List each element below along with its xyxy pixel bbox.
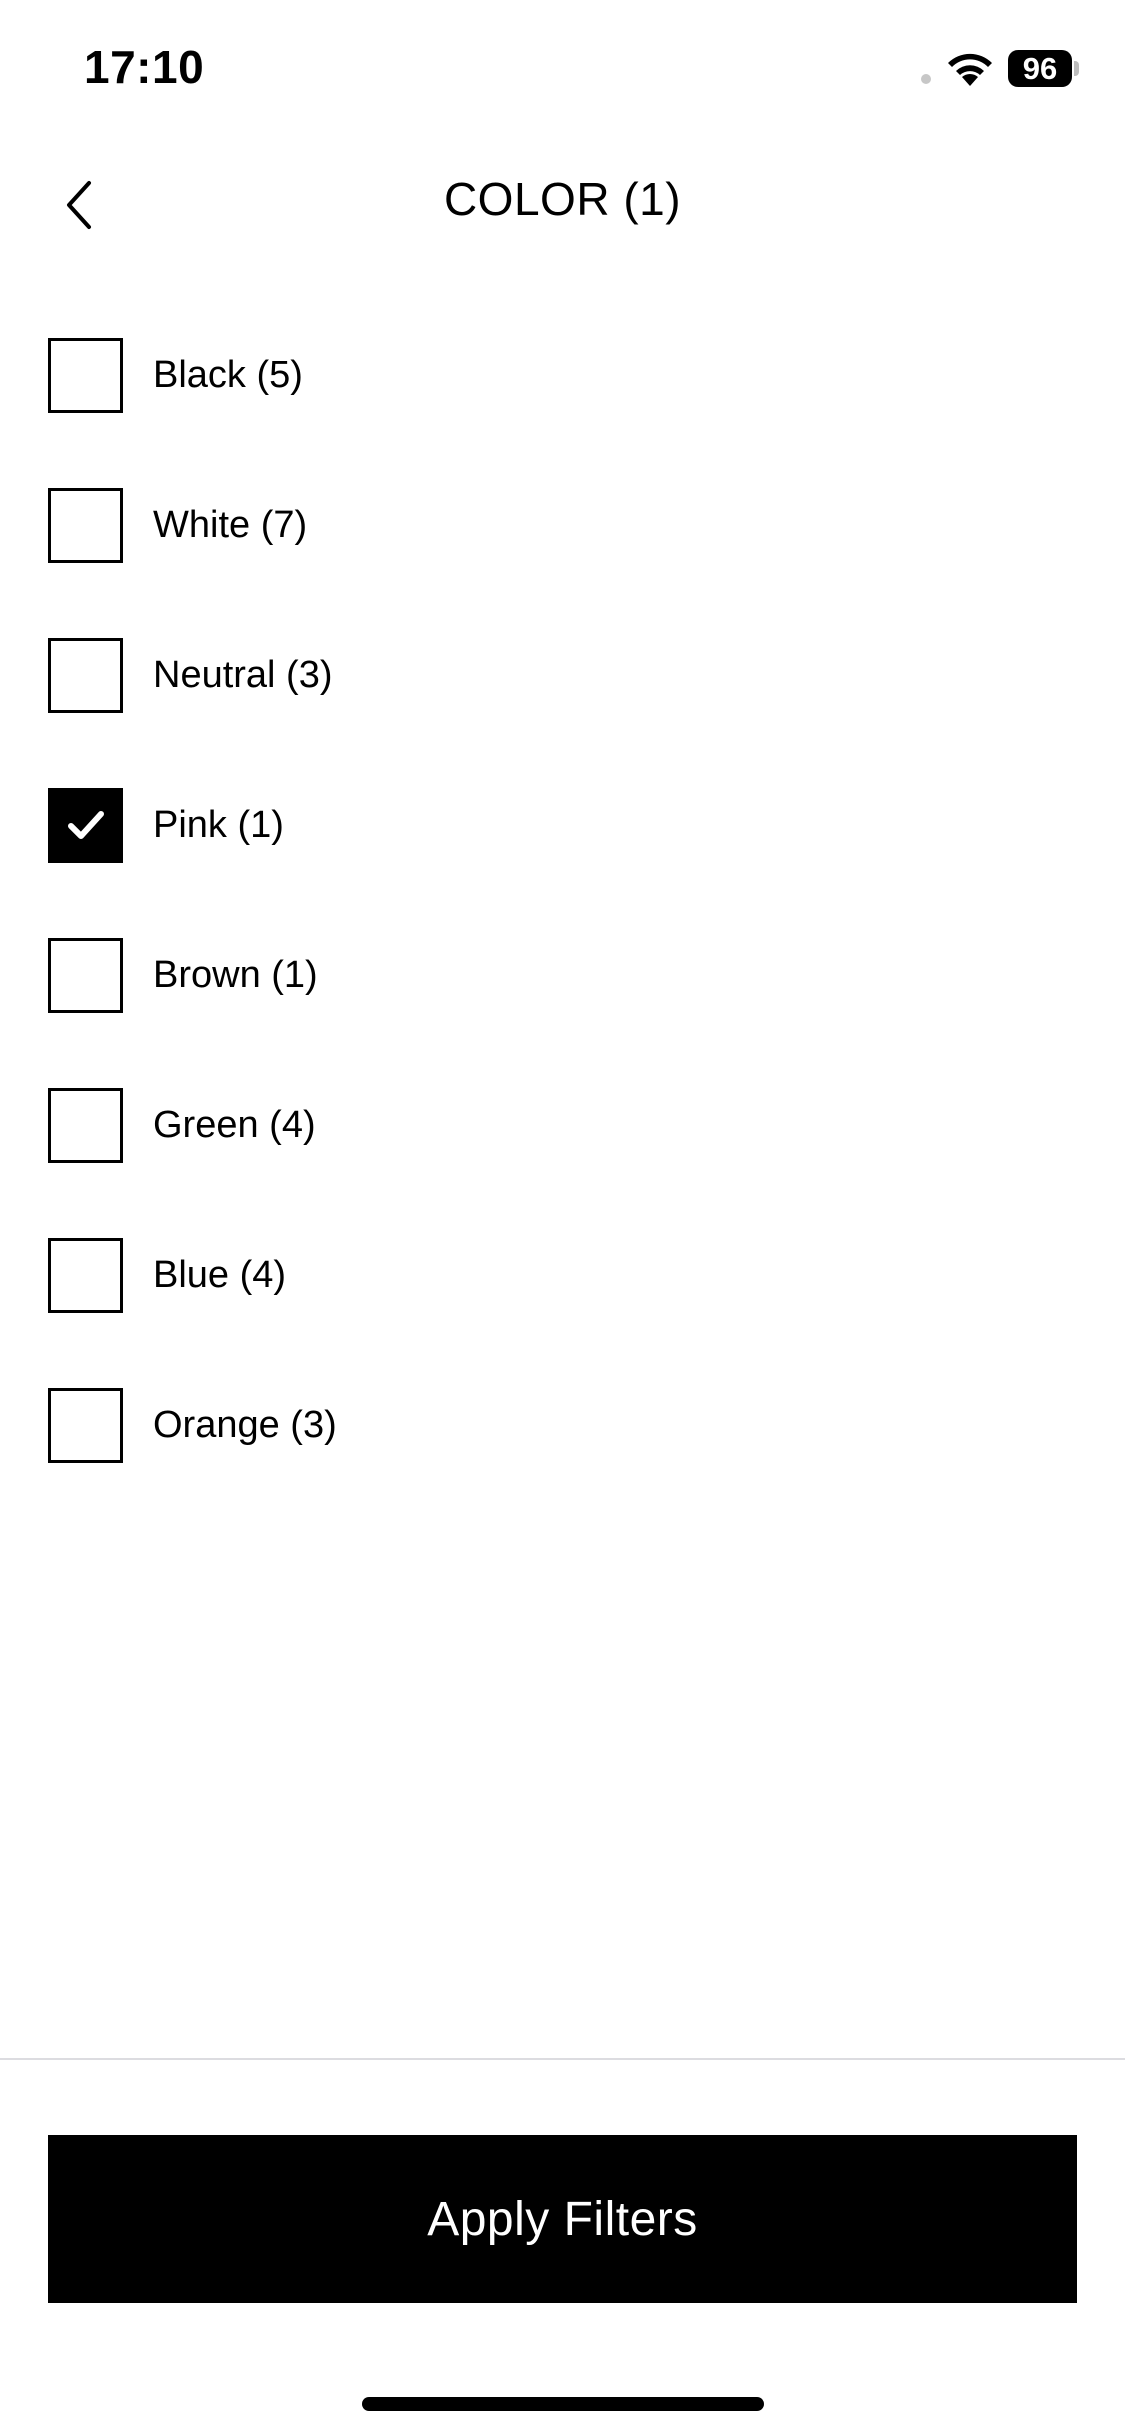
option-label: White (7) bbox=[153, 503, 308, 546]
option-row-green[interactable]: Green (4) bbox=[0, 1050, 1125, 1200]
checkbox[interactable] bbox=[48, 1387, 123, 1463]
option-row-white[interactable]: White (7) bbox=[0, 450, 1125, 600]
checkbox[interactable] bbox=[48, 637, 123, 713]
option-label: Orange (3) bbox=[153, 1403, 337, 1446]
apply-filters-button[interactable]: Apply Filters bbox=[48, 2135, 1077, 2303]
option-label: Green (4) bbox=[153, 1103, 316, 1146]
color-option-list: Black (5) White (7) Neutral (3) Pink (1)… bbox=[0, 300, 1125, 1500]
battery-cap bbox=[1074, 61, 1079, 76]
checkbox[interactable] bbox=[48, 337, 123, 413]
page-title: COLOR (1) bbox=[443, 173, 682, 225]
option-label: Brown (1) bbox=[153, 953, 318, 996]
option-label: Black (5) bbox=[153, 353, 303, 396]
checkmark-icon bbox=[67, 811, 104, 839]
checkbox[interactable] bbox=[48, 787, 123, 863]
option-row-blue[interactable]: Blue (4) bbox=[0, 1200, 1125, 1350]
battery-icon: 96 bbox=[1008, 50, 1072, 87]
option-label: Pink (1) bbox=[153, 803, 284, 846]
option-row-pink[interactable]: Pink (1) bbox=[0, 750, 1125, 900]
home-indicator bbox=[362, 2397, 764, 2411]
option-label: Blue (4) bbox=[153, 1253, 287, 1296]
checkbox[interactable] bbox=[48, 487, 123, 563]
header: COLOR (1) bbox=[0, 150, 1125, 260]
status-time: 17:10 bbox=[84, 41, 205, 93]
footer-divider bbox=[0, 2058, 1125, 2060]
option-row-neutral[interactable]: Neutral (3) bbox=[0, 600, 1125, 750]
checkbox[interactable] bbox=[48, 1237, 123, 1313]
checkbox[interactable] bbox=[48, 937, 123, 1013]
option-row-orange[interactable]: Orange (3) bbox=[0, 1350, 1125, 1500]
wifi-icon bbox=[948, 53, 992, 86]
privacy-indicator-dot bbox=[921, 74, 931, 84]
option-row-brown[interactable]: Brown (1) bbox=[0, 900, 1125, 1050]
option-row-black[interactable]: Black (5) bbox=[0, 300, 1125, 450]
option-label: Neutral (3) bbox=[153, 653, 333, 696]
status-bar: 17:10 96 bbox=[0, 0, 1125, 140]
checkbox[interactable] bbox=[48, 1087, 123, 1163]
